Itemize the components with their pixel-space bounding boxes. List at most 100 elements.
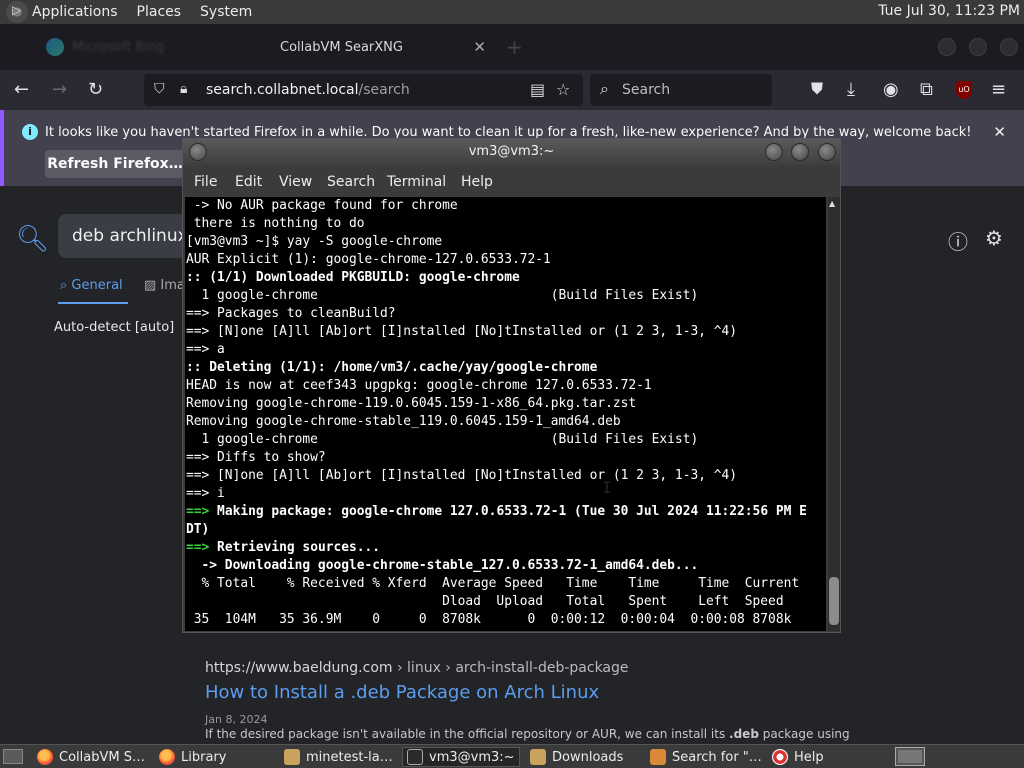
extensions-icon[interactable]: ⧉ — [920, 79, 933, 100]
menu-help[interactable]: Help — [461, 174, 493, 190]
firefox-icon — [159, 749, 175, 765]
url-text[interactable]: search.collabnet.local/search — [206, 82, 410, 98]
tab-general[interactable]: ⌕ General — [60, 278, 123, 293]
searxng-logo-icon[interactable]: 🔍︎ — [16, 224, 49, 254]
terminal-line: 1 google-chrome (Build Files Exist) — [186, 431, 826, 449]
show-desktop-icon[interactable] — [3, 749, 23, 764]
maximize-window-button[interactable] — [969, 38, 987, 56]
reload-icon[interactable]: ↻ — [88, 79, 103, 100]
window-menu-button[interactable] — [189, 143, 207, 161]
menu-view[interactable]: View — [279, 174, 312, 190]
search-query-text[interactable]: deb archlinux — [72, 226, 188, 246]
terminal-line: AUR Explicit (1): google-chrome-127.0.65… — [186, 251, 826, 269]
text-cursor-icon: I — [602, 478, 612, 497]
terminal-line: :: (1/1) Downloaded PKGBUILD: google-chr… — [186, 269, 826, 287]
refresh-firefox-button[interactable]: Refresh Firefox… — [45, 150, 185, 178]
maximize-button[interactable] — [791, 143, 809, 161]
scrollbar-thumb[interactable] — [829, 577, 839, 625]
taskbar-item[interactable]: minetest-la… — [280, 747, 398, 767]
result-url[interactable]: https://www.baeldung.com › linux › arch-… — [205, 660, 629, 676]
taskbar-item[interactable]: CollabVM S… — [33, 747, 151, 767]
taskbar-item-label: Downloads — [552, 749, 624, 765]
taskbar-item[interactable]: Library — [155, 747, 273, 767]
terminal-line: :: Deleting (1/1): /home/vm3/.cache/yay/… — [186, 359, 826, 377]
downloads-icon[interactable]: ⤓ — [847, 79, 855, 100]
terminal-line-prefix: ==> — [186, 504, 210, 519]
minimize-window-button[interactable] — [938, 38, 956, 56]
tracking-shield-icon[interactable]: ⛉ — [154, 81, 168, 97]
lock-icon[interactable]: 🔒︎ — [180, 81, 194, 97]
terminal-line-text: 1 google-chrome (Build Files Exist) — [186, 288, 699, 303]
menu-edit[interactable]: Edit — [235, 174, 262, 190]
close-notification-icon[interactable]: ✕ — [993, 123, 1006, 141]
system-menu[interactable]: System — [200, 4, 252, 20]
close-button[interactable] — [818, 143, 836, 161]
terminal-line: [vm3@vm3 ~]$ yay -S google-chrome — [186, 233, 826, 251]
tab-active[interactable]: CollabVM SearXNG ✕ — [262, 30, 494, 64]
minimize-button[interactable] — [765, 143, 783, 161]
preferences-gear-icon[interactable]: ⚙ — [985, 226, 1003, 250]
terminal-titlebar[interactable]: vm3@vm3:~ — [183, 139, 840, 165]
help-icon — [772, 749, 788, 765]
terminal-scrollbar[interactable]: ▲ — [828, 197, 840, 631]
tab-inactive[interactable]: Microsoft Bing — [46, 32, 251, 62]
folder-icon — [284, 749, 300, 765]
tab-general-underline — [58, 302, 128, 304]
terminal-line-text: -> Downloading google-chrome-stable_127.… — [186, 558, 699, 573]
taskbar-item[interactable]: Help — [768, 747, 848, 767]
terminal-line-text: ==> [N]one [A]ll [Ab]ort [I]nstalled [No… — [186, 468, 738, 483]
menu-file[interactable]: File — [194, 174, 217, 190]
reader-view-icon[interactable]: ▤ — [530, 80, 545, 99]
bottom-panel: CollabVM S… Library minetest-la… vm3@vm3:~ D… — [0, 744, 1024, 768]
hamburger-menu-icon[interactable]: ≡ — [991, 79, 1006, 100]
ublock-origin-icon[interactable]: uO — [956, 81, 972, 99]
about-info-icon[interactable]: ⓘ — [948, 226, 968, 255]
terminal-line-text: ==> i — [186, 486, 225, 501]
bookmark-star-icon[interactable]: ☆ — [556, 80, 570, 99]
taskbar-item[interactable]: vm3@vm3:~ — [402, 747, 520, 767]
menu-terminal[interactable]: Terminal — [387, 174, 446, 190]
distro-logo-icon[interactable] — [6, 1, 28, 23]
workspace-switcher[interactable] — [895, 747, 925, 766]
forward-arrow-icon[interactable]: → — [52, 79, 67, 100]
terminal-line-text: [vm3@vm3 ~]$ yay -S google-chrome — [186, 234, 443, 249]
menu-search[interactable]: Search — [327, 174, 375, 190]
terminal-line-text: 35 104M 35 36.9M 0 0 8708k 0 0:00:12 0:0… — [186, 612, 792, 627]
terminal-line: ==> Packages to cleanBuild? — [186, 305, 826, 323]
pocket-icon[interactable]: ⛊ — [811, 79, 823, 99]
search-icon: ⌕ — [600, 79, 609, 98]
terminal-line: Removing google-chrome-stable_119.0.6045… — [186, 413, 826, 431]
scroll-up-icon[interactable]: ▲ — [829, 199, 835, 208]
back-arrow-icon[interactable]: ← — [14, 79, 29, 100]
search-icon — [650, 749, 666, 765]
language-selector[interactable]: Auto-detect [auto] — [54, 320, 174, 335]
terminal-line-text: AUR Explicit (1): google-chrome-127.0.65… — [186, 252, 551, 267]
taskbar-item[interactable]: Search for "… — [646, 747, 766, 767]
tab-inactive-title: Microsoft Bing — [72, 39, 165, 55]
applications-menu[interactable]: Applications — [32, 4, 118, 20]
places-menu[interactable]: Places — [137, 4, 182, 20]
terminal-line-prefix: ==> — [186, 540, 210, 555]
tab-strip: Microsoft Bing CollabVM SearXNG ✕ + — [0, 24, 1024, 70]
terminal-window[interactable]: vm3@vm3:~ File Edit View Search Terminal… — [182, 138, 841, 633]
search-bar[interactable]: ⌕ Search — [590, 74, 772, 106]
terminal-line: ==> [N]one [A]ll [Ab]ort [I]nstalled [No… — [186, 323, 826, 341]
terminal-line-text: ==> a — [186, 342, 225, 357]
terminal-menubar: File Edit View Search Terminal Help — [183, 169, 840, 195]
terminal-screen[interactable]: -> No AUR package found for chrome there… — [185, 197, 826, 631]
url-bar[interactable]: ⛉ 🔒︎ search.collabnet.local/search ▤ ☆ — [144, 74, 583, 106]
close-window-button[interactable] — [1000, 38, 1018, 56]
terminal-line: % Total % Received % Xferd Average Speed… — [186, 575, 826, 593]
terminal-line: HEAD is now at ceef343 upgpkg: google-ch… — [186, 377, 826, 395]
terminal-line: ==> Retrieving sources... — [186, 539, 826, 557]
terminal-line-text: -> No AUR package found for chrome — [186, 198, 458, 213]
taskbar-item[interactable]: Downloads — [526, 747, 640, 767]
account-icon[interactable]: ◉ — [883, 79, 899, 100]
new-tab-icon[interactable]: + — [506, 35, 523, 59]
terminal-line: DT) — [186, 521, 826, 539]
clock[interactable]: Tue Jul 30, 11:23 PM — [878, 3, 1020, 19]
tab-images[interactable]: ▨ Ima — [144, 278, 185, 293]
result-title-link[interactable]: How to Install a .deb Package on Arch Li… — [205, 682, 599, 703]
close-tab-icon[interactable]: ✕ — [473, 38, 486, 56]
terminal-line: -> Downloading google-chrome-stable_127.… — [186, 557, 826, 575]
